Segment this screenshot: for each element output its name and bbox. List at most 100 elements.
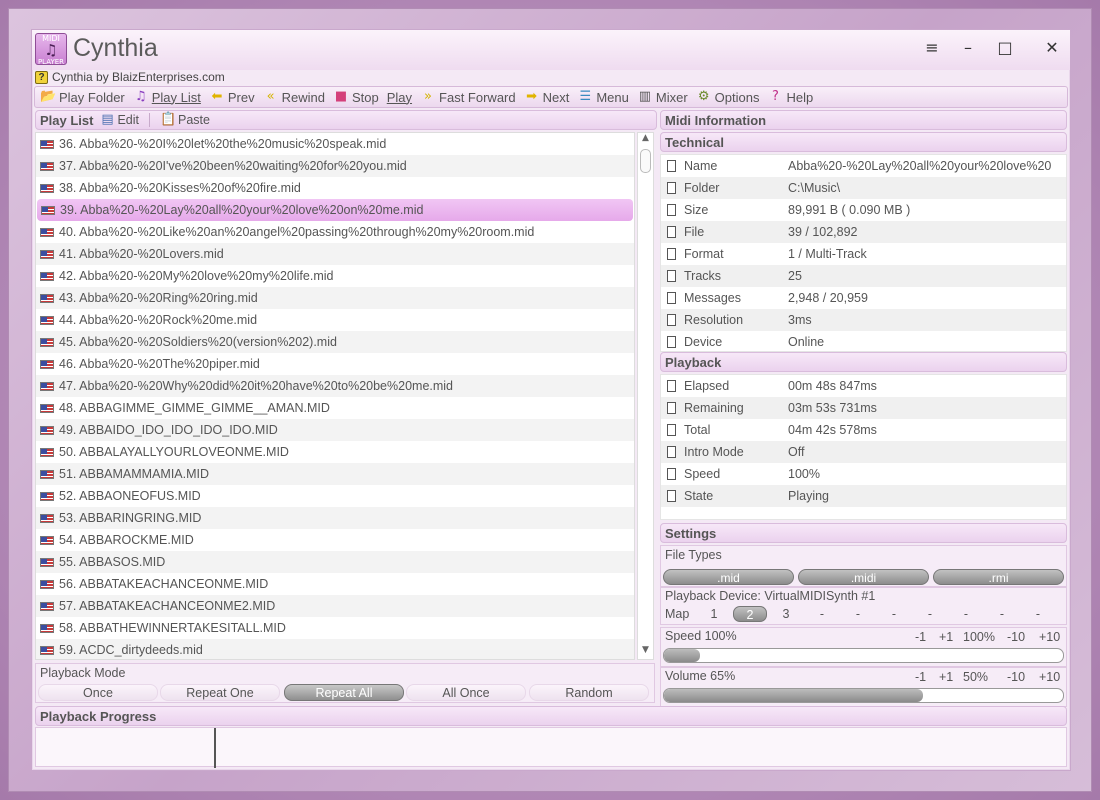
- map-option[interactable]: -: [877, 606, 911, 622]
- mode-repeat-all-button[interactable]: Repeat All: [284, 684, 404, 701]
- toolbar-help-button[interactable]: ? Help: [765, 89, 819, 105]
- map-option[interactable]: -: [805, 606, 839, 622]
- info-row-intro-mode: Intro Mode Off: [661, 441, 1066, 463]
- playlist-scrollbar[interactable]: ▲ ▼: [637, 132, 654, 660]
- playlist-row[interactable]: 49. ABBAIDO_IDO_IDO_IDO_IDO.MID: [36, 419, 634, 441]
- edit-button[interactable]: Edit: [117, 113, 139, 127]
- playlist-row[interactable]: 41. Abba%20-%20Lovers.mid: [36, 243, 634, 265]
- adjust-button[interactable]: -10: [1007, 670, 1025, 684]
- question-icon[interactable]: ?: [35, 70, 48, 84]
- filetype-mid-toggle[interactable]: .mid: [663, 569, 794, 585]
- maximize-button[interactable]: □: [993, 36, 1017, 60]
- paste-button[interactable]: Paste: [178, 113, 210, 127]
- close-button[interactable]: ✕: [1040, 36, 1064, 60]
- info-key: File: [684, 225, 705, 239]
- toolbar-prev-button[interactable]: ⬅ Prev: [207, 89, 261, 105]
- toolbar-play-button[interactable]: Play: [385, 90, 418, 105]
- mode-repeat-one-button[interactable]: Repeat One: [160, 684, 280, 701]
- divider: [149, 113, 151, 127]
- scroll-down-icon[interactable]: ▼: [638, 645, 653, 659]
- map-option[interactable]: 3: [769, 606, 803, 622]
- map-option[interactable]: -: [985, 606, 1019, 622]
- playlist-row[interactable]: 47. Abba%20-%20Why%20did%20it%20have%20t…: [36, 375, 634, 397]
- playlist-row[interactable]: 38. Abba%20-%20Kisses%20of%20fire.mid: [36, 177, 634, 199]
- playlist-row[interactable]: 44. Abba%20-%20Rock%20me.mid: [36, 309, 634, 331]
- adjust-button[interactable]: -10: [1007, 630, 1025, 644]
- info-key: Resolution: [684, 313, 744, 327]
- playlist-row[interactable]: 52. ABBAONEOFUS.MID: [36, 485, 634, 507]
- window-menu-icon[interactable]: ≡: [920, 36, 944, 60]
- help-icon: ?: [772, 89, 779, 104]
- adjust-button[interactable]: 50%: [963, 670, 988, 684]
- playlist-row[interactable]: 54. ABBAROCKME.MID: [36, 529, 634, 551]
- speed-slider[interactable]: [663, 648, 1064, 663]
- map-option[interactable]: -: [949, 606, 983, 622]
- filetype-midi-toggle[interactable]: .midi: [798, 569, 929, 585]
- playlist-row[interactable]: 50. ABBALAYALLYOURLOVEONME.MID: [36, 441, 634, 463]
- toolbar-next-button[interactable]: ➡ Next: [522, 89, 576, 105]
- scroll-thumb[interactable]: [640, 149, 651, 173]
- playlist-row[interactable]: 55. ABBASOS.MID: [36, 551, 634, 573]
- volume-slider[interactable]: [663, 688, 1064, 703]
- mode-random-button[interactable]: Random: [529, 684, 649, 701]
- flag-icon: [40, 381, 54, 391]
- map-option[interactable]: 1: [697, 606, 731, 622]
- toolbar-rewind-button[interactable]: « Rewind: [261, 89, 331, 105]
- document-icon: [667, 292, 676, 304]
- playlist-row[interactable]: 56. ABBATAKEACHANCEONME.MID: [36, 573, 634, 595]
- playlist-row-text: 36. Abba%20-%20I%20let%20the%20music%20s…: [59, 137, 387, 151]
- toolbar-play-folder-button[interactable]: 📂 Play Folder: [38, 89, 131, 105]
- playlist-row[interactable]: 57. ABBATAKEACHANCEONME2.MID: [36, 595, 634, 617]
- adjust-button[interactable]: +10: [1039, 670, 1060, 684]
- info-value: Playing: [788, 489, 829, 503]
- mode-once-button[interactable]: Once: [38, 684, 158, 701]
- toolbar-mixer-button[interactable]: ▥ Mixer: [635, 89, 694, 105]
- adjust-button[interactable]: +1: [939, 670, 953, 684]
- title-bar[interactable]: MIDI ♫ PLAYER Cynthia ≡ – □ ✕: [32, 30, 1070, 70]
- scroll-up-icon[interactable]: ▲: [638, 133, 653, 147]
- toolbar-help-label: Help: [786, 89, 814, 105]
- map-option[interactable]: 2: [733, 606, 767, 622]
- playlist-row[interactable]: 51. ABBAMAMMAMIA.MID: [36, 463, 634, 485]
- minimize-button[interactable]: –: [956, 36, 980, 60]
- playlist-row[interactable]: 43. Abba%20-%20Ring%20ring.mid: [36, 287, 634, 309]
- info-value: 00m 48s 847ms: [788, 379, 877, 393]
- playlist-row[interactable]: 37. Abba%20-%20I've%20been%20waiting%20f…: [36, 155, 634, 177]
- toolbar-stop-label: Stop: [351, 89, 379, 105]
- toolbar-stop-button[interactable]: ■ Stop: [331, 89, 385, 105]
- map-option[interactable]: -: [1021, 606, 1055, 622]
- map-option[interactable]: -: [841, 606, 875, 622]
- playlist-row[interactable]: 40. Abba%20-%20Like%20an%20angel%20passi…: [36, 221, 634, 243]
- mode-all-once-button[interactable]: All Once: [406, 684, 526, 701]
- filetype-rmi-toggle[interactable]: .rmi: [933, 569, 1064, 585]
- playlist-row[interactable]: 39. Abba%20-%20Lay%20all%20your%20love%2…: [37, 199, 633, 221]
- edit-icon[interactable]: ▤: [99, 112, 115, 128]
- playlist-row[interactable]: 53. ABBARINGRING.MID: [36, 507, 634, 529]
- playlist-list[interactable]: 36. Abba%20-%20I%20let%20the%20music%20s…: [35, 132, 635, 660]
- paste-icon[interactable]: 📋: [160, 112, 176, 128]
- playlist-row[interactable]: 42. Abba%20-%20My%20love%20my%20life.mid: [36, 265, 634, 287]
- toolbar-play-list-button[interactable]: ♫ Play List: [131, 89, 207, 105]
- stop-icon: ■: [334, 89, 348, 104]
- toolbar-options-button[interactable]: ⚙ Options: [694, 89, 766, 105]
- info-value: 25: [788, 269, 802, 283]
- playlist-row[interactable]: 58. ABBATHEWINNERTAKESITALL.MID: [36, 617, 634, 639]
- adjust-button[interactable]: +1: [939, 630, 953, 644]
- playlist-row[interactable]: 48. ABBAGIMME_GIMME_GIMME__AMAN.MID: [36, 397, 634, 419]
- progress-bar[interactable]: [35, 727, 1067, 768]
- progress-position-marker[interactable]: [214, 728, 217, 768]
- adjust-button[interactable]: 100%: [963, 630, 995, 644]
- adjust-button[interactable]: -1: [915, 630, 926, 644]
- map-option[interactable]: -: [913, 606, 947, 622]
- adjust-button[interactable]: +10: [1039, 630, 1060, 644]
- playlist-row[interactable]: 36. Abba%20-%20I%20let%20the%20music%20s…: [36, 133, 634, 155]
- playlist-row[interactable]: 45. Abba%20-%20Soldiers%20(version%202).…: [36, 331, 634, 353]
- info-row-total: Total 04m 42s 578ms: [661, 419, 1066, 441]
- toolbar-menu-button[interactable]: ☰ Menu: [575, 89, 635, 105]
- playlist-row[interactable]: 46. Abba%20-%20The%20piper.mid: [36, 353, 634, 375]
- toolbar-fast-forward-button[interactable]: » Fast Forward: [418, 89, 522, 105]
- info-value: 1 / Multi-Track: [788, 247, 867, 261]
- playlist-row[interactable]: 59. ACDC_dirtydeeds.mid: [36, 639, 634, 659]
- adjust-button[interactable]: -1: [915, 670, 926, 684]
- app-window: MIDI ♫ PLAYER Cynthia ≡ – □ ✕ ? Cynthia …: [31, 29, 1071, 771]
